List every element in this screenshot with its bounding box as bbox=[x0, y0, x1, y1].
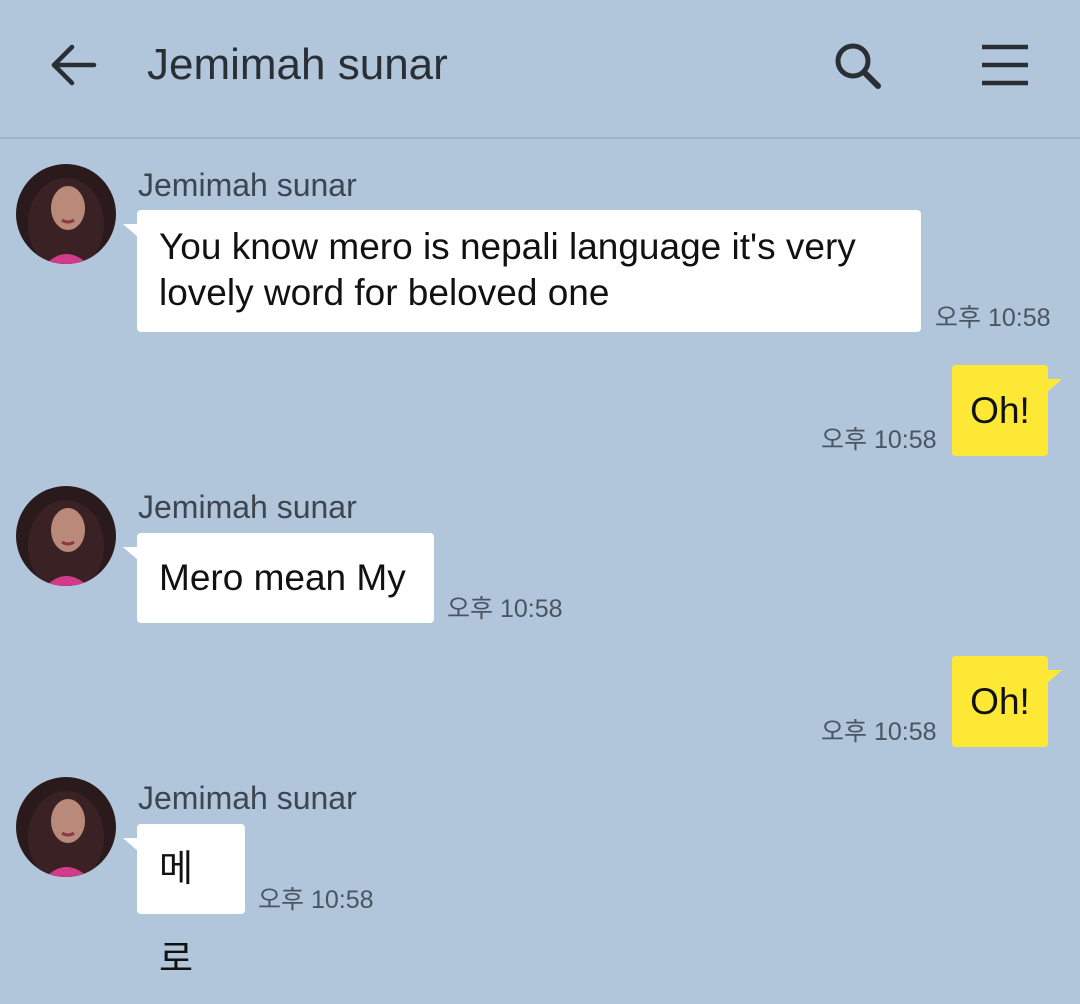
message-timestamp: 오후 10:58 bbox=[258, 886, 374, 914]
message-text: Oh! bbox=[970, 390, 1030, 431]
message-text: Mero mean My bbox=[159, 557, 406, 598]
sender-name: Jemimah sunar bbox=[138, 489, 357, 525]
back-button[interactable] bbox=[40, 36, 104, 96]
sender-name: Jemimah sunar bbox=[138, 167, 357, 203]
outgoing-message-bubble[interactable]: Oh! bbox=[952, 656, 1062, 747]
sender-avatar[interactable] bbox=[16, 164, 116, 264]
menu-button[interactable] bbox=[972, 36, 1038, 96]
sender-name: Jemimah sunar bbox=[138, 780, 357, 816]
hamburger-menu-icon bbox=[982, 44, 1028, 86]
search-icon bbox=[835, 43, 881, 89]
message-timestamp: 오후 10:58 bbox=[821, 426, 937, 454]
message-text: Oh! bbox=[970, 681, 1030, 722]
arrow-left-icon bbox=[51, 44, 97, 86]
message-timestamp: 오후 10:58 bbox=[447, 595, 563, 623]
message-text-line: You know mero is nepali language it's ve… bbox=[159, 226, 856, 267]
top-app-bar: Jemimah sunar bbox=[0, 0, 1080, 139]
message-timestamp: 오후 10:58 bbox=[935, 304, 1051, 332]
outgoing-message-bubble[interactable]: Oh! bbox=[952, 365, 1062, 456]
profile-photo-icon bbox=[16, 164, 116, 264]
incoming-message-bubble[interactable]: Mero mean My bbox=[123, 533, 434, 623]
message-timestamp: 오후 10:58 bbox=[821, 718, 937, 746]
message-text: 메로 bbox=[159, 848, 194, 979]
incoming-message-bubble[interactable]: You know mero is nepali language it's ve… bbox=[123, 210, 921, 332]
profile-photo-icon bbox=[16, 486, 116, 586]
chat-title: Jemimah sunar bbox=[147, 40, 448, 89]
incoming-message-bubble[interactable]: 메로 bbox=[123, 824, 245, 979]
search-button[interactable] bbox=[826, 36, 890, 96]
sender-avatar[interactable] bbox=[16, 777, 116, 877]
sender-avatar[interactable] bbox=[16, 486, 116, 586]
message-text-line: lovely word for beloved one bbox=[159, 272, 610, 313]
profile-photo-icon bbox=[16, 777, 116, 877]
